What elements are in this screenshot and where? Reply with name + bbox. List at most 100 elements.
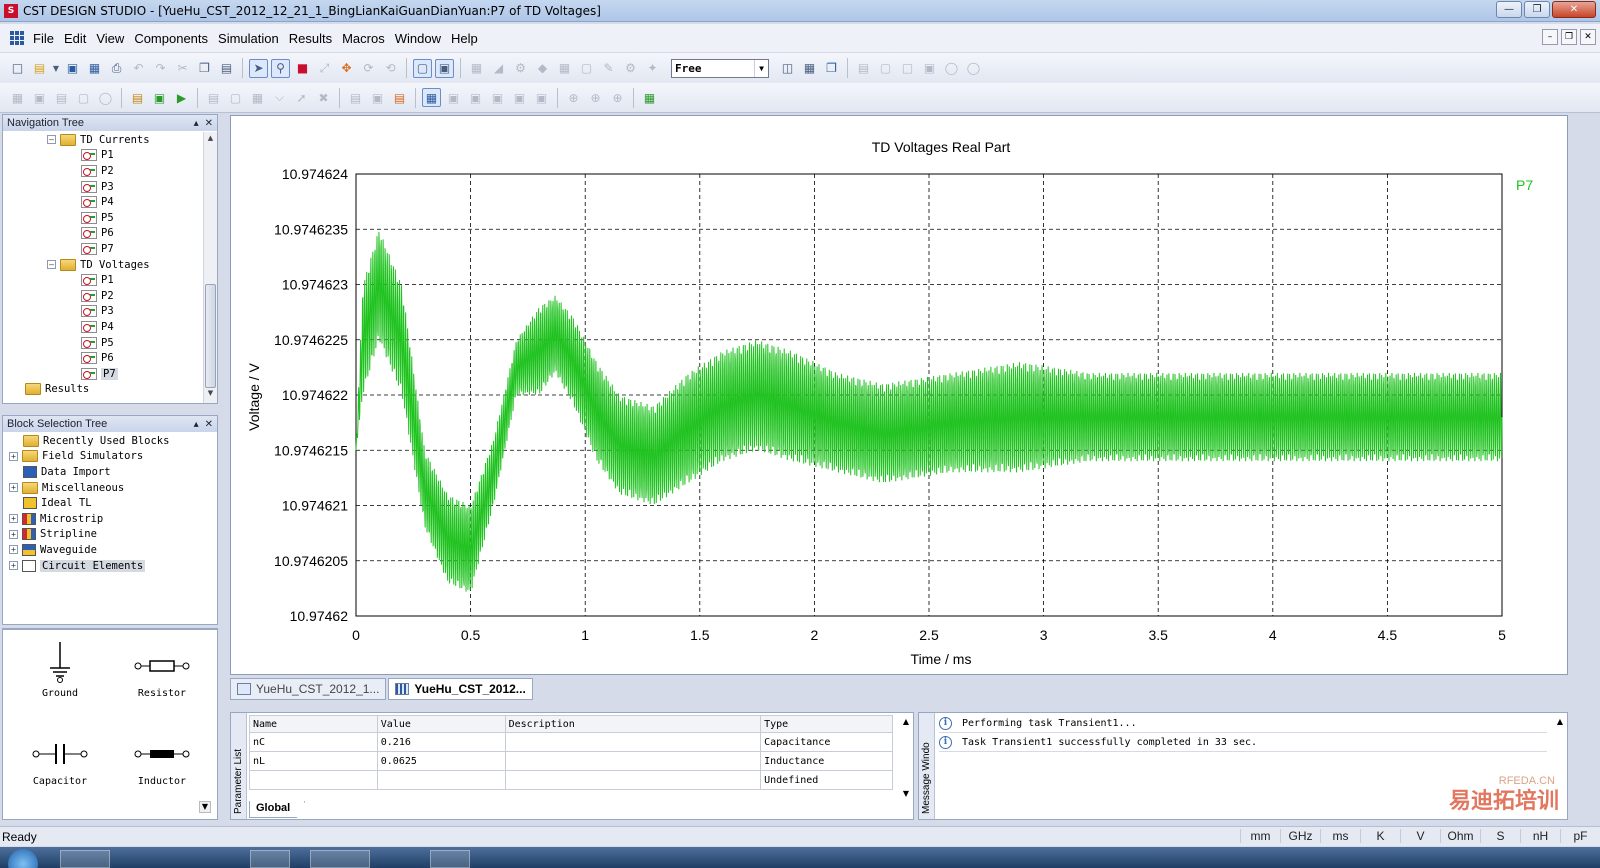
cell-value[interactable] — [376, 770, 506, 790]
table-row[interactable]: Undefined — [249, 770, 893, 790]
tree-node-current-p3[interactable]: P3 — [3, 179, 203, 195]
grid-icon[interactable]: ▦ — [467, 59, 486, 78]
layout-grid-icon[interactable]: ▦ — [800, 59, 819, 78]
block-data-import[interactable]: Data Import — [3, 464, 217, 480]
view-3d-icon[interactable]: ▢ — [876, 59, 895, 78]
component-c-icon[interactable]: ▤ — [52, 88, 71, 107]
minimize-button[interactable]: — — [1496, 1, 1522, 18]
menu-results[interactable]: Results — [284, 31, 337, 46]
layer-icon[interactable]: ▣ — [368, 88, 387, 107]
tree-node-current-p7[interactable]: P7 — [3, 241, 203, 257]
close-icon[interactable]: ✕ — [205, 419, 213, 430]
pin-icon[interactable]: ▴ — [194, 118, 199, 129]
cut-icon[interactable]: ✂ — [173, 59, 192, 78]
tree-node-voltage-p5[interactable]: P5 — [3, 335, 203, 351]
view-mode-a-icon[interactable]: ▢ — [413, 58, 432, 78]
cell-value[interactable]: 0.216 — [376, 732, 506, 752]
taskbar-button[interactable] — [430, 850, 470, 868]
start-button[interactable] — [8, 849, 38, 868]
result-c-icon[interactable]: ▣ — [488, 88, 507, 107]
pan-icon[interactable]: ✥ — [337, 59, 356, 78]
menu-edit[interactable]: Edit — [59, 31, 91, 46]
menu-simulation[interactable]: Simulation — [213, 31, 284, 46]
wand-icon[interactable]: ✦ — [643, 59, 662, 78]
undo-icon[interactable]: ↶ — [129, 59, 148, 78]
result-view-icon[interactable]: ▦ — [422, 88, 441, 107]
block-field-simulators[interactable]: + Field Simulators — [3, 449, 217, 465]
mdi-grid-icon[interactable] — [10, 31, 24, 45]
tree-node-current-p2[interactable]: P2 — [3, 163, 203, 179]
rotate-icon[interactable]: ⟳ — [359, 59, 378, 78]
navigation-tree-scrollbar[interactable]: ▲ ▼ — [203, 132, 217, 403]
cube-icon[interactable]: ▢ — [577, 59, 596, 78]
table-row[interactable]: nL 0.0625 Inductance — [249, 751, 893, 771]
component-d-icon[interactable]: ▢ — [74, 88, 93, 107]
import-icon[interactable]: ▤ — [346, 88, 365, 107]
block-microstrip[interactable]: + Microstrip — [3, 511, 217, 527]
mesh-icon[interactable]: ▦ — [555, 59, 574, 78]
update-icon[interactable]: ▣ — [150, 88, 169, 107]
palette-scroll-down-icon[interactable]: ▼ — [199, 801, 211, 813]
maximize-button[interactable]: ❐ — [1524, 1, 1550, 18]
parameter-icon[interactable]: ▤ — [128, 88, 147, 107]
scrollbar-thumb[interactable] — [205, 284, 216, 388]
wire-icon[interactable]: ➚ — [292, 88, 311, 107]
world-icon[interactable]: ◯ — [964, 59, 983, 78]
tree-node-current-p4[interactable]: P4 — [3, 194, 203, 210]
gear-icon[interactable]: ⚙ — [621, 59, 640, 78]
port-icon[interactable]: ▤ — [204, 88, 223, 107]
cell-description[interactable] — [504, 732, 762, 752]
add-result-icon[interactable]: ▦ — [640, 88, 659, 107]
block-waveguide[interactable]: + Waveguide — [3, 542, 217, 558]
cell-description[interactable] — [504, 751, 762, 771]
expand-icon[interactable]: + — [9, 529, 18, 539]
cell-type[interactable]: Inductance — [760, 751, 893, 771]
fit-view-icon[interactable]: ⤢ — [315, 59, 334, 78]
palette-ground[interactable]: Ground — [15, 640, 105, 699]
collapse-icon[interactable]: – — [47, 135, 56, 145]
block-circuit-elements[interactable]: + Circuit Elements — [3, 558, 217, 574]
component-b-icon[interactable]: ▣ — [30, 88, 49, 107]
tree-node-voltage-p2[interactable]: P2 — [3, 288, 203, 304]
scroll-up-icon[interactable]: ▲ — [204, 134, 217, 146]
tree-node-voltage-p6[interactable]: P6 — [3, 350, 203, 366]
message-row[interactable]: i Task Transient1 successfully completed… — [939, 734, 1547, 752]
save-all-icon[interactable]: ▦ — [85, 59, 104, 78]
zoom-box-icon[interactable]: ■ — [293, 59, 312, 78]
cell-type[interactable]: Capacitance — [760, 732, 893, 752]
export-results-icon[interactable]: ▤ — [390, 88, 409, 107]
cell-name[interactable]: nL — [249, 751, 378, 771]
taskbar-button[interactable] — [60, 850, 110, 868]
new-file-icon[interactable]: □ — [8, 59, 27, 78]
palette-resistor[interactable]: Resistor — [117, 650, 207, 699]
doc-tab-results[interactable]: YueHu_CST_2012... — [388, 678, 533, 700]
globe-icon[interactable]: ◯ — [942, 59, 961, 78]
snap-icon[interactable]: ◢ — [489, 59, 508, 78]
scroll-up-icon[interactable]: ▲ — [1557, 717, 1563, 726]
table-row[interactable]: nC 0.216 Capacitance — [249, 732, 893, 752]
expand-icon[interactable]: + — [9, 561, 18, 571]
mdi-minimize-button[interactable]: – — [1542, 29, 1558, 45]
probe-icon[interactable]: ✎ — [599, 59, 618, 78]
paste-icon[interactable]: ▤ — [217, 59, 236, 78]
dropdown-arrow-icon[interactable]: ▼ — [52, 59, 60, 78]
block-miscellaneous[interactable]: + Miscellaneous — [3, 480, 217, 496]
spin-icon[interactable]: ⟲ — [381, 59, 400, 78]
menu-macros[interactable]: Macros — [337, 31, 390, 46]
block-ideal-tl[interactable]: Ideal TL — [3, 495, 217, 511]
taskbar-button[interactable] — [310, 850, 370, 868]
pin-icon[interactable]: ▴ — [194, 419, 199, 430]
message-row[interactable]: i Performing task Transient1... — [939, 715, 1547, 733]
tree-node-results[interactable]: Results — [3, 382, 203, 398]
taskbar-button[interactable] — [250, 850, 290, 868]
copy-icon[interactable]: ❐ — [195, 59, 214, 78]
cell-name[interactable] — [249, 770, 378, 790]
result-b-icon[interactable]: ▣ — [466, 88, 485, 107]
ground-icon[interactable]: ⌵ — [270, 88, 289, 107]
scroll-down-icon[interactable]: ▼ — [903, 789, 909, 798]
palette-inductor[interactable]: Inductor — [117, 738, 207, 787]
tree-node-td-currents[interactable]: – TD Currents — [3, 132, 203, 148]
view-mode-b-icon[interactable]: ▣ — [435, 58, 454, 78]
zoom-icon[interactable]: ⚲ — [271, 58, 290, 78]
block-stripline[interactable]: + Stripline — [3, 527, 217, 543]
